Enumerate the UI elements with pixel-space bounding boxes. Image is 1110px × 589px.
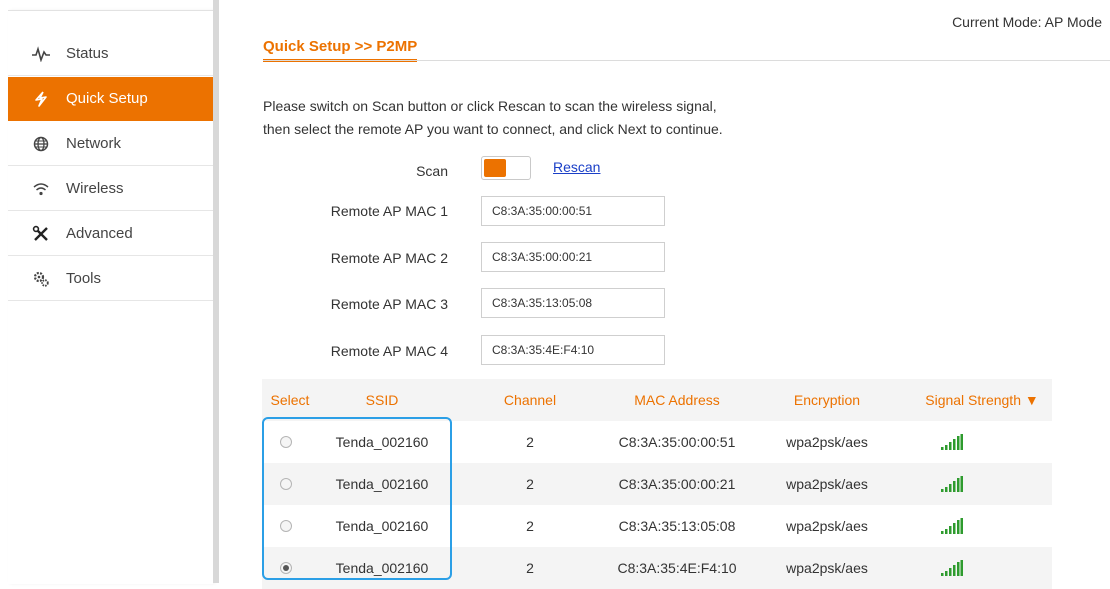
- current-mode-label: Current Mode: AP Mode: [952, 14, 1102, 30]
- signal-strength-icon: [941, 434, 963, 450]
- col-signal-strength[interactable]: Signal Strength ▼: [912, 379, 1052, 421]
- sidebar-item-label: Advanced: [66, 225, 133, 242]
- mac1-label: Remote AP MAC 1: [330, 203, 448, 219]
- left-gutter: [0, 0, 8, 583]
- sidebar-item-network[interactable]: Network: [8, 122, 213, 166]
- sidebar: Status Quick Setup Network Wireless Adva…: [8, 10, 213, 584]
- row-select-radio[interactable]: [280, 520, 292, 532]
- row-mac: C8:3A:35:13:05:08: [618, 518, 736, 534]
- sidebar-item-quick-setup[interactable]: Quick Setup: [8, 77, 213, 121]
- mac3-field[interactable]: [481, 288, 665, 318]
- col-channel: Channel: [503, 392, 557, 408]
- row-ssid: Tenda_002160: [335, 476, 429, 492]
- scan-toggle[interactable]: [481, 156, 531, 180]
- pulse-icon: [28, 45, 54, 62]
- mac4-field[interactable]: [481, 335, 665, 365]
- sidebar-item-label: Tools: [66, 270, 102, 287]
- table-row[interactable]: Tenda_002160 2 C8:3A:35:13:05:08 wpa2psk…: [262, 505, 1052, 547]
- row-select-radio[interactable]: [280, 478, 292, 490]
- signal-strength-icon: [941, 560, 963, 576]
- title-divider: [263, 60, 1110, 61]
- ap-table-header: Select SSID Channel MAC Address Encrypti…: [262, 379, 1052, 421]
- sidebar-item-label: Quick Setup: [66, 90, 148, 107]
- sidebar-item-wireless[interactable]: Wireless: [8, 167, 213, 211]
- row-channel: 2: [526, 518, 534, 534]
- table-row[interactable]: Tenda_002160 2 C8:3A:35:00:00:51 wpa2psk…: [262, 421, 1052, 463]
- row-select-radio[interactable]: [280, 562, 292, 574]
- instruction-line-2: then select the remote AP you want to co…: [263, 121, 723, 137]
- tools-cross-icon: [28, 225, 54, 243]
- signal-strength-icon: [941, 518, 963, 534]
- row-encryption: wpa2psk/aes: [786, 518, 868, 534]
- row-ssid: Tenda_002160: [335, 518, 429, 534]
- page-title: Quick Setup >> P2MP: [263, 38, 418, 62]
- col-mac: MAC Address: [634, 392, 720, 408]
- row-encryption: wpa2psk/aes: [786, 476, 868, 492]
- sidebar-divider: [213, 0, 219, 583]
- mac2-label: Remote AP MAC 2: [330, 250, 448, 266]
- scan-toggle-knob: [484, 159, 506, 177]
- row-channel: 2: [526, 476, 534, 492]
- mac3-label: Remote AP MAC 3: [330, 296, 448, 312]
- mac2-field[interactable]: [481, 242, 665, 272]
- row-mac: C8:3A:35:00:00:51: [618, 434, 736, 450]
- col-ssid: SSID: [365, 392, 399, 408]
- sidebar-item-label: Network: [66, 135, 122, 152]
- sidebar-item-label: Wireless: [66, 180, 124, 197]
- row-ssid: Tenda_002160: [335, 434, 429, 450]
- col-select: Select: [270, 392, 310, 408]
- sidebar-item-status[interactable]: Status: [8, 32, 213, 76]
- row-select-radio[interactable]: [280, 436, 292, 448]
- mac1-field[interactable]: [481, 196, 665, 226]
- col-encryption: Encryption: [793, 392, 861, 408]
- gears-icon: [28, 271, 54, 287]
- row-encryption: wpa2psk/aes: [786, 434, 868, 450]
- signal-strength-icon: [941, 476, 963, 492]
- lightning-icon: [28, 90, 54, 107]
- wifi-icon: [28, 182, 54, 196]
- instruction-line-1: Please switch on Scan button or click Re…: [263, 98, 717, 114]
- table-row[interactable]: Tenda_002160 2 C8:3A:35:00:00:21 wpa2psk…: [262, 463, 1052, 505]
- rescan-link[interactable]: Rescan: [553, 159, 600, 175]
- mac4-label: Remote AP MAC 4: [330, 343, 448, 359]
- sidebar-item-tools[interactable]: Tools: [8, 257, 213, 301]
- sidebar-item-label: Status: [66, 45, 109, 62]
- globe-icon: [28, 136, 54, 152]
- row-mac: C8:3A:35:00:00:21: [618, 476, 736, 492]
- scan-label: Scan: [416, 163, 448, 179]
- sidebar-item-advanced[interactable]: Advanced: [8, 212, 213, 256]
- row-channel: 2: [526, 434, 534, 450]
